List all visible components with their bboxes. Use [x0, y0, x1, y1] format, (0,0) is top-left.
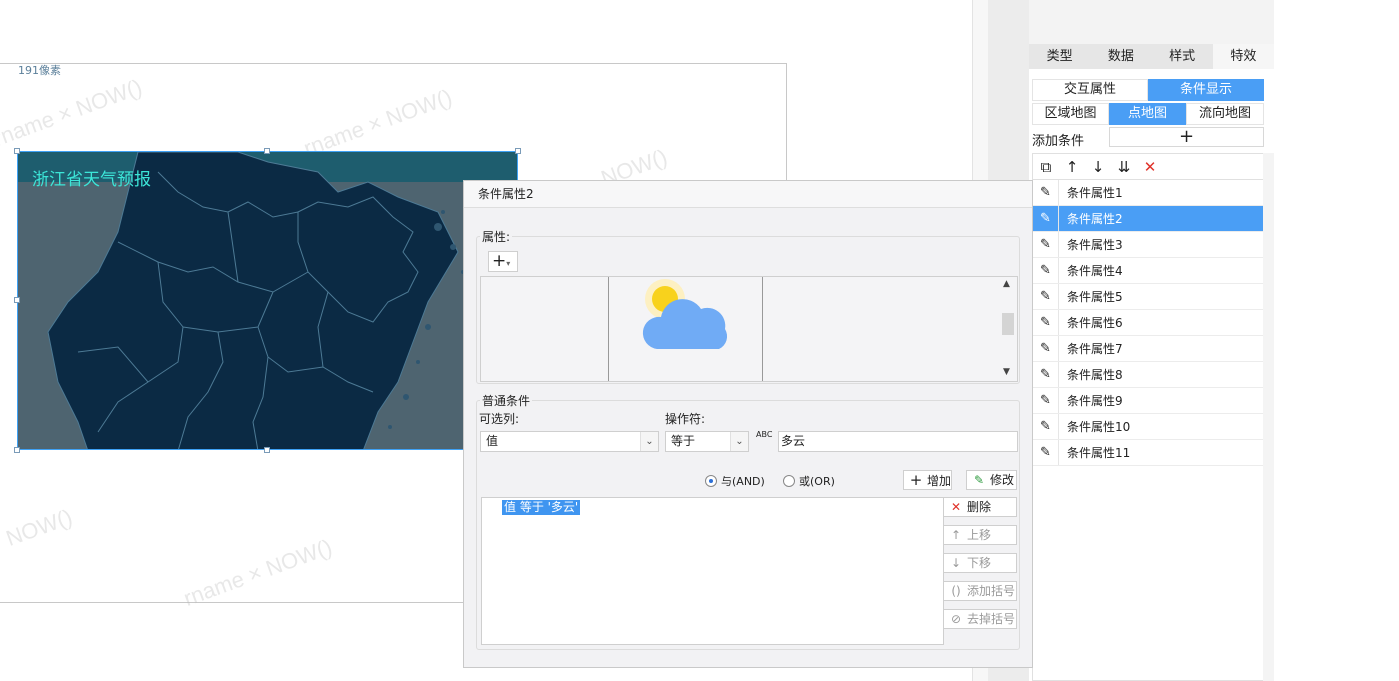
- condition-expression[interactable]: 值 等于 '多云': [502, 500, 581, 515]
- add-condition-button[interactable]: +: [1109, 127, 1264, 147]
- edit-icon[interactable]: ✎: [1033, 440, 1059, 465]
- mode-switch: 交互属性 条件显示: [1032, 79, 1264, 101]
- list-item[interactable]: ✎ 条件属性10: [1033, 414, 1263, 440]
- list-item[interactable]: ✎ 条件属性11: [1033, 440, 1263, 466]
- move-up-button[interactable]: ↑ 上移: [943, 525, 1017, 545]
- list-item[interactable]: ✎ 条件属性2: [1033, 206, 1263, 232]
- remove-bracket-button[interactable]: ⊘ 去掉括号: [943, 609, 1017, 629]
- condition-list: ✎ 条件属性1 ✎ 条件属性2 ✎ 条件属性3 ✎ 条件属性4 ✎ 条件属性5 ✎ 条件属性…: [1032, 179, 1264, 681]
- resize-handle[interactable]: [264, 447, 270, 453]
- edit-icon[interactable]: ✎: [1033, 284, 1059, 309]
- delete-icon: ✕: [950, 500, 962, 514]
- operator-label: 操作符:: [665, 412, 706, 426]
- and-radio[interactable]: 与(AND): [705, 473, 765, 489]
- scroll-down-icon[interactable]: ▼: [1003, 367, 1010, 377]
- map-type-point[interactable]: 点地图: [1109, 103, 1186, 125]
- scroll-up-icon[interactable]: ▲: [1003, 279, 1010, 289]
- list-item[interactable]: ✎ 条件属性3: [1033, 232, 1263, 258]
- copy-icon[interactable]: ⧉: [1033, 158, 1059, 176]
- general-condition-label: 普通条件: [480, 392, 533, 409]
- move-down-button[interactable]: ↓ 下移: [943, 553, 1017, 573]
- attributes-label: 属性:: [480, 228, 513, 245]
- edit-icon[interactable]: ✎: [1033, 206, 1059, 231]
- modify-icon: ✎: [973, 473, 985, 487]
- edit-icon[interactable]: ✎: [1033, 362, 1059, 387]
- zhejiang-map: [18, 152, 517, 449]
- add-attribute-dropdown[interactable]: +▾: [488, 251, 518, 272]
- attribute-grid: ▲ ▼: [480, 276, 1018, 382]
- plus-icon: +: [909, 471, 923, 489]
- edit-icon[interactable]: ✎: [1033, 310, 1059, 335]
- map-type-switch: 区域地图 点地图 流向地图: [1032, 103, 1264, 125]
- arrow-up-icon: ↑: [950, 528, 962, 542]
- edit-icon[interactable]: ✎: [1033, 388, 1059, 413]
- arrow-down-icon[interactable]: ↓: [1085, 158, 1111, 176]
- condition-expression-box[interactable]: 值 等于 '多云': [481, 497, 944, 645]
- radio-dot: [783, 475, 795, 487]
- list-item[interactable]: ✎ 条件属性6: [1033, 310, 1263, 336]
- tab-effects[interactable]: 特效: [1212, 44, 1274, 69]
- panel-scrollbar[interactable]: [1263, 153, 1274, 681]
- map-type-flow[interactable]: 流向地图: [1186, 103, 1264, 125]
- add-condition-label: 添加条件: [1032, 134, 1085, 149]
- edit-icon[interactable]: ✎: [1033, 180, 1059, 205]
- column-select[interactable]: 值 ⌄: [480, 431, 659, 452]
- radio-dot: [705, 475, 717, 487]
- bracket-icon: (): [951, 584, 961, 598]
- attribute-scrollbar[interactable]: ▲ ▼: [999, 277, 1017, 381]
- resize-handle[interactable]: [14, 148, 20, 154]
- or-radio[interactable]: 或(OR): [783, 473, 835, 489]
- list-item[interactable]: ✎ 条件属性5: [1033, 284, 1263, 310]
- chevron-down-icon: ⌄: [640, 432, 658, 451]
- add-bracket-button[interactable]: () 添加括号: [943, 581, 1017, 601]
- list-item[interactable]: ✎ 条件属性7: [1033, 336, 1263, 362]
- property-panel: 类型 数据 样式 特效 交互属性 条件显示 区域地图 点地图 流向地图 添加条件…: [1029, 0, 1274, 681]
- scroll-thumb[interactable]: [1002, 313, 1014, 335]
- edit-icon[interactable]: ✎: [1033, 258, 1059, 283]
- dialog-title: 条件属性2: [464, 181, 1032, 208]
- list-item[interactable]: ✎ 条件属性9: [1033, 388, 1263, 414]
- resize-handle[interactable]: [14, 297, 20, 303]
- grid-cell[interactable]: [481, 277, 609, 381]
- map-title: 浙江省天气预报: [32, 170, 151, 190]
- resize-handle[interactable]: [264, 148, 270, 154]
- resize-handle[interactable]: [14, 447, 20, 453]
- panel-tabs: 类型 数据 样式 特效: [1029, 44, 1274, 69]
- add-button[interactable]: + 增加: [903, 470, 952, 490]
- edit-icon[interactable]: ✎: [1033, 414, 1059, 439]
- panel-header: [1029, 0, 1274, 44]
- column-label: 可选列:: [479, 412, 520, 426]
- condition-attribute-dialog: 条件属性2 属性: +▾ ▲ ▼ 普通条件 可选列: 操作符: 值 ⌄ 等于 ⌄…: [463, 180, 1033, 668]
- tab-type[interactable]: 类型: [1029, 44, 1090, 69]
- operator-select[interactable]: 等于 ⌄: [665, 431, 749, 452]
- delete-button[interactable]: ✕ 删除: [943, 497, 1017, 517]
- resize-handle[interactable]: [515, 148, 521, 154]
- map-type-region[interactable]: 区域地图: [1032, 103, 1109, 125]
- mode-conditional-display[interactable]: 条件显示: [1148, 79, 1264, 101]
- list-item[interactable]: ✎ 条件属性1: [1033, 180, 1263, 206]
- remove-bracket-icon: ⊘: [950, 612, 962, 626]
- edit-icon[interactable]: ✎: [1033, 232, 1059, 257]
- mode-interaction[interactable]: 交互属性: [1032, 79, 1148, 101]
- grid-cell[interactable]: [609, 277, 763, 381]
- partly-cloudy-icon: [642, 279, 728, 349]
- arrow-down-icon: ↓: [950, 556, 962, 570]
- chevron-down-icon: ⌄: [730, 432, 748, 451]
- edit-icon[interactable]: ✎: [1033, 336, 1059, 361]
- condition-list-toolbar: ⧉ ↑ ↓ ⇊ ✕: [1032, 153, 1264, 179]
- list-item[interactable]: ✎ 条件属性8: [1033, 362, 1263, 388]
- value-type-icon[interactable]: ABC: [756, 431, 772, 439]
- delete-icon[interactable]: ✕: [1137, 158, 1163, 176]
- tab-style[interactable]: 样式: [1152, 44, 1213, 69]
- list-item[interactable]: ✎ 条件属性4: [1033, 258, 1263, 284]
- arrow-up-icon[interactable]: ↑: [1059, 158, 1085, 176]
- map-chart-widget[interactable]: 浙江省天气预报: [17, 151, 518, 450]
- sort-bottom-icon[interactable]: ⇊: [1111, 158, 1137, 176]
- height-ruler-label: 191像素: [18, 64, 61, 77]
- tab-data[interactable]: 数据: [1090, 44, 1151, 69]
- condition-value-input[interactable]: 多云: [778, 431, 1018, 452]
- modify-button[interactable]: ✎ 修改: [966, 470, 1017, 490]
